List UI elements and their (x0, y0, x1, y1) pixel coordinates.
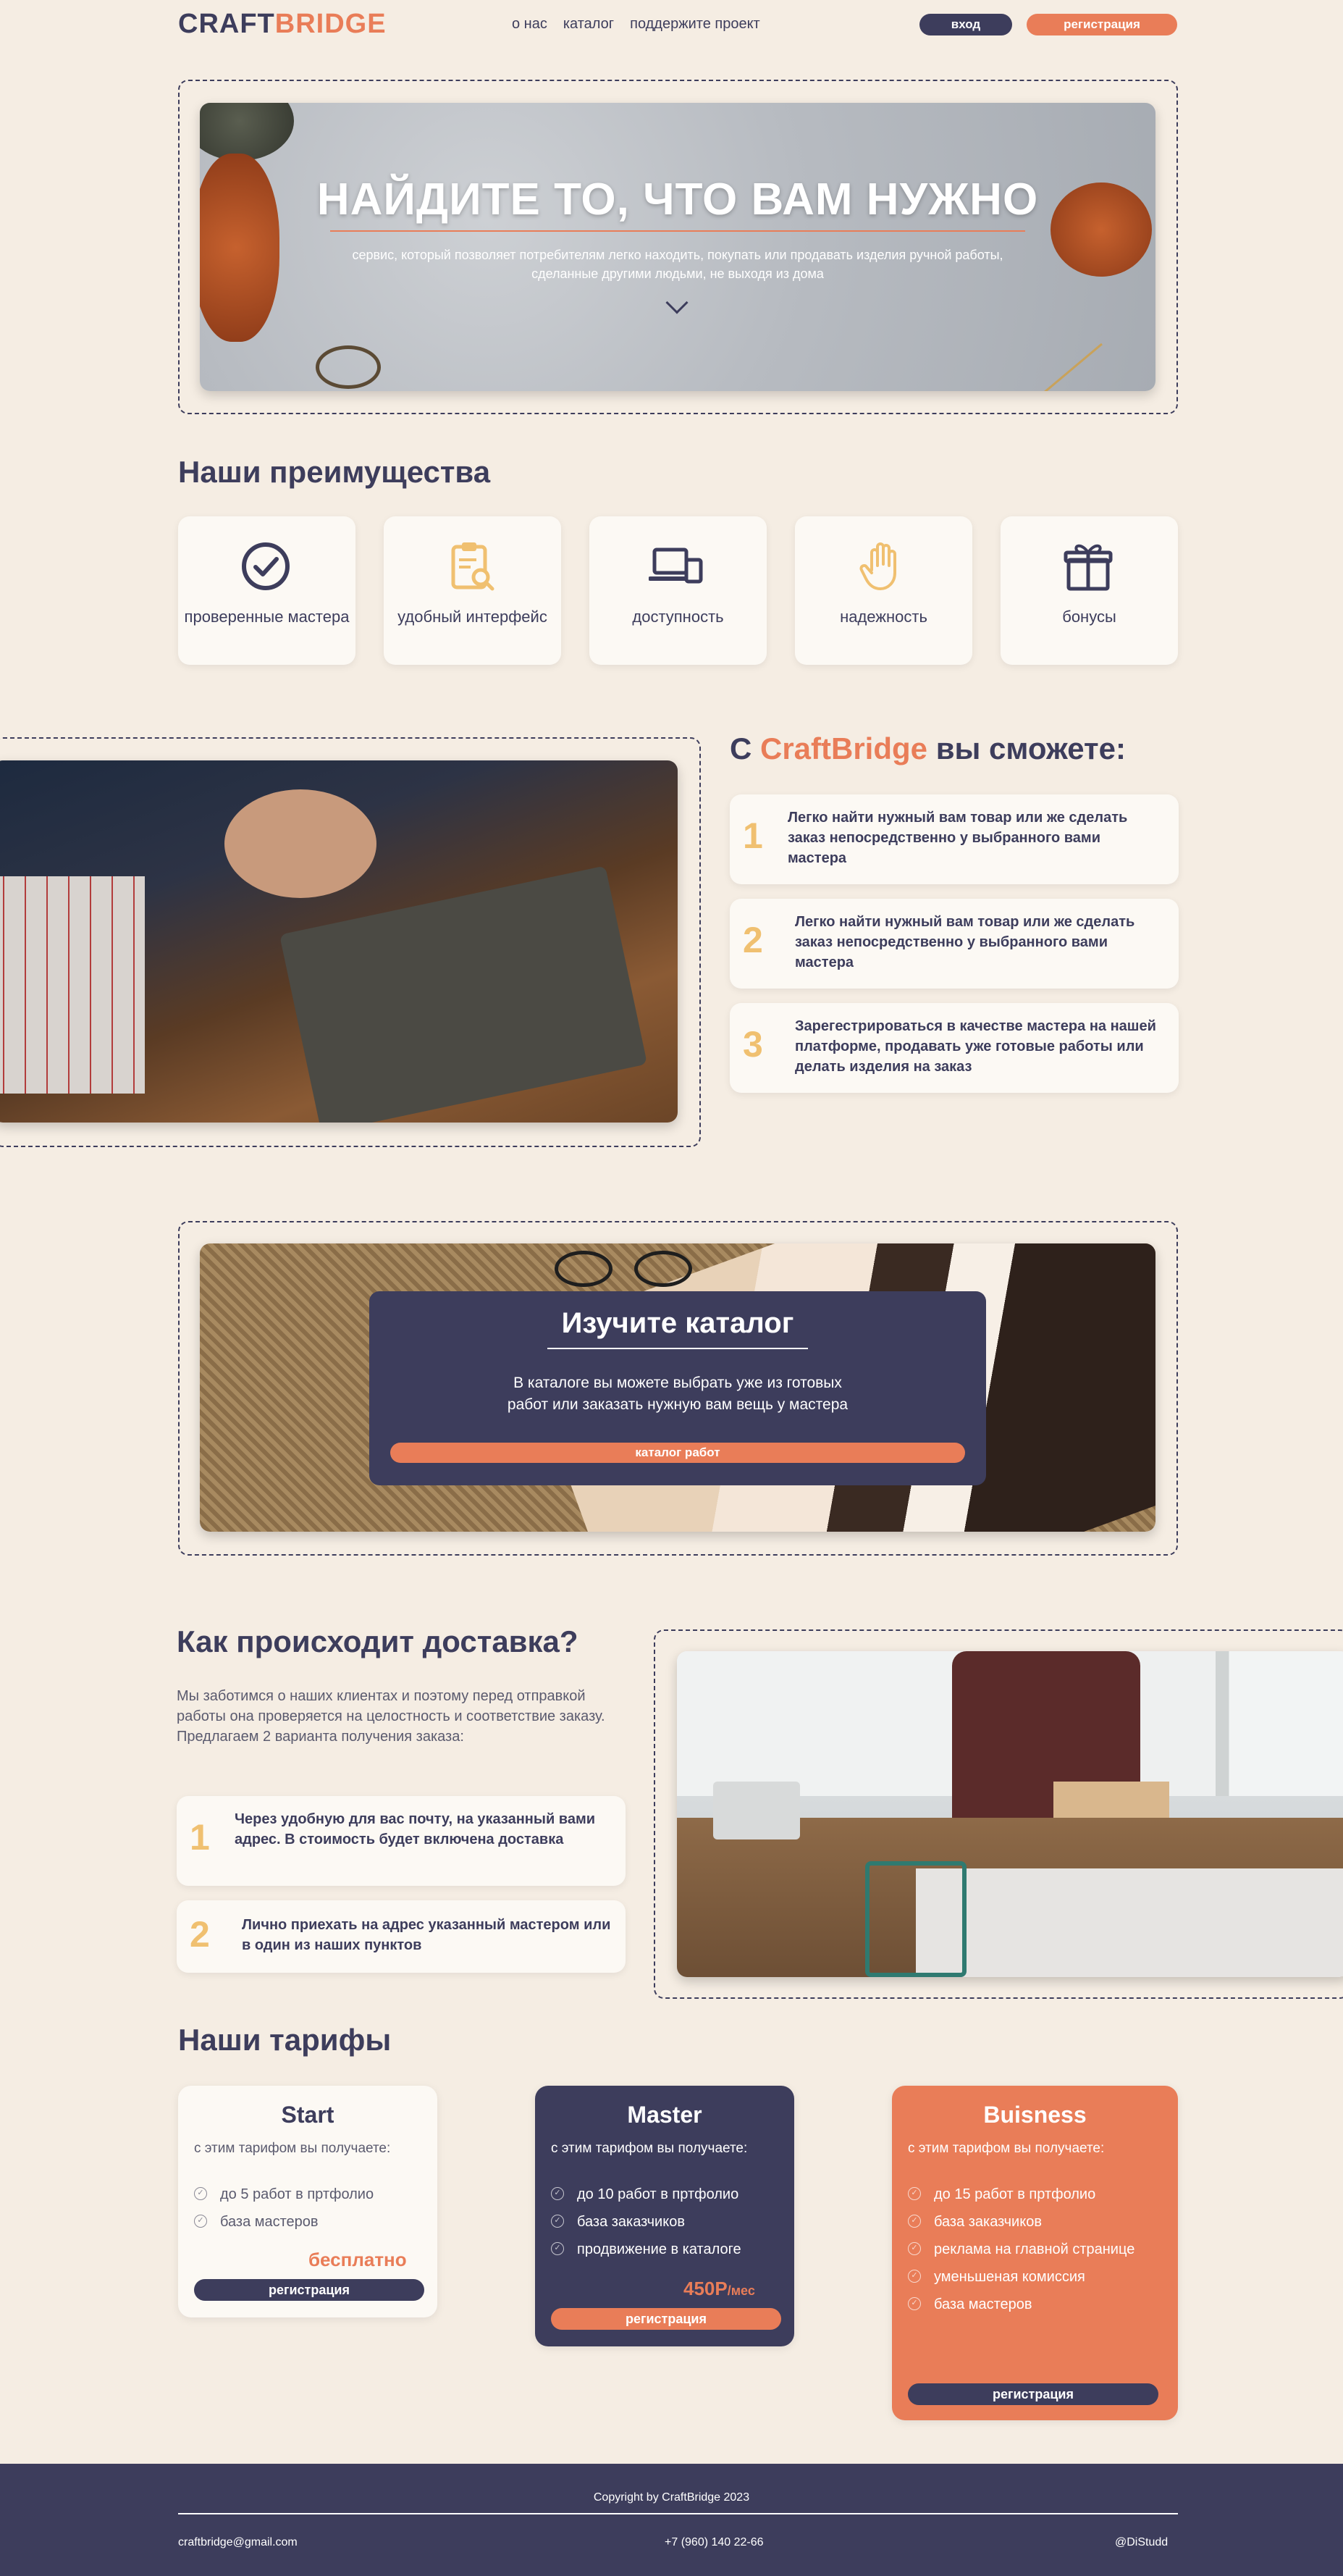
delivery-text: Мы заботимся о наших клиентах и поэтому … (177, 1688, 605, 1745)
tariff-feature: до 5 работ в пртфолио (194, 2186, 374, 2203)
fabric-piece-image (279, 865, 648, 1123)
advantage-label: проверенные мастера (184, 608, 350, 626)
tariff-feature: база заказчиков (551, 2213, 741, 2231)
footer-email[interactable]: craftbridge@gmail.com (178, 2536, 298, 2549)
tariff-features: до 10 работ в пртфолио база заказчиков п… (551, 2186, 741, 2268)
advantage-label: надежность (840, 608, 927, 626)
advantage-label: бонусы (1062, 608, 1116, 626)
step-text: Через удобную для вас почту, на указанны… (235, 1811, 596, 1847)
tariff-price: бесплатно (308, 2249, 407, 2270)
hero-banner-image: НАЙДИТЕ ТО, ЧТО ВАМ НУЖНО сервис, которы… (200, 103, 1155, 391)
tariff-feature: реклама на главной странице (908, 2241, 1154, 2258)
tariff-subtitle: с этим тарифом вы получаете: (194, 2141, 391, 2156)
advantage-card: бонусы (1001, 516, 1178, 665)
shirt-sleeve-image (0, 876, 145, 1094)
advantages-title: Наши преимущества (178, 455, 491, 489)
site-footer: Copyright by CraftBridge 2023 craftbridg… (0, 2464, 1343, 2576)
catalog-text: В каталоге вы можете выбрать уже из гото… (507, 1375, 849, 1413)
login-button[interactable]: вход (919, 14, 1012, 35)
logo[interactable]: CRAFTBRIDGE (178, 9, 387, 40)
tariff-register-button[interactable]: регистрация (551, 2308, 781, 2330)
tariff-name: Master (627, 2102, 702, 2128)
tariff-subtitle: с этим тарифом вы получаете: (908, 2141, 1105, 2156)
advantage-card: проверенные мастера (178, 516, 355, 665)
step-number: 3 (743, 1024, 763, 1065)
tariff-feature: уменьшеная комиссия (908, 2268, 1154, 2286)
needle-image (1035, 343, 1103, 391)
advantage-card: удобный интерфейс (384, 516, 561, 665)
site-header: CRAFTBRIDGE о нас каталог поддержите про… (0, 0, 1343, 49)
craftsman-image (0, 760, 678, 1123)
tariff-feature: продвижение в каталоге (551, 2241, 741, 2258)
feature-step: 3 Зарегестрироваться в качестве мастера … (730, 1003, 1179, 1093)
tariff-feature: база мастеров (194, 2213, 374, 2231)
feature-step: 2 Легко найти нужный вам товар или же сд… (730, 899, 1179, 989)
nav-link-about[interactable]: о нас (512, 16, 547, 33)
step-text: Легко найти нужный вам товар или же сдел… (788, 810, 1128, 866)
tariff-card-start: Start с этим тарифом вы получаете: до 5 … (178, 2086, 437, 2317)
gift-icon (1064, 544, 1113, 591)
laptop-image (713, 1782, 800, 1839)
nav-link-catalog[interactable]: каталог (563, 16, 614, 33)
nav-link-support[interactable]: поддержите проект (630, 16, 760, 33)
main-nav: о нас каталог поддержите проект (512, 16, 760, 33)
tariff-register-button[interactable]: регистрация (908, 2383, 1158, 2405)
advantage-label: доступность (632, 608, 724, 626)
footer-phone[interactable]: +7 (960) 140 22-66 (665, 2536, 764, 2549)
catalog-underline (547, 1348, 808, 1349)
hand-icon (859, 542, 896, 590)
feature-step: 1 Легко найти нужный вам товар или же сд… (730, 794, 1179, 884)
glasses-image (555, 1251, 612, 1287)
hero-subtitle: сервис, который позволяет потребителям л… (352, 248, 1003, 281)
scissors-image (316, 345, 381, 389)
hero-underline (330, 230, 1025, 232)
tariff-name: Buisness (983, 2102, 1087, 2128)
register-button[interactable]: регистрация (1027, 14, 1177, 35)
tariff-card-master: Master с этим тарифом вы получаете: до 1… (535, 2086, 794, 2346)
tariff-name: Start (281, 2102, 334, 2128)
tariff-register-button[interactable]: регистрация (194, 2279, 424, 2301)
counter-image (916, 1868, 1343, 1977)
check-circle-icon (242, 542, 290, 590)
tariff-features: до 15 работ в пртфолио база заказчиков р… (908, 2186, 1154, 2323)
copyright: Copyright by CraftBridge 2023 (593, 2491, 750, 2504)
tariff-subtitle: с этим тарифом вы получаете: (551, 2141, 748, 2156)
tariff-feature: база заказчиков (908, 2213, 1154, 2231)
step-number: 2 (190, 1914, 210, 1955)
delivery-title: Как происходит доставка? (177, 1624, 578, 1658)
step-text: Зарегестрироваться в качестве мастера на… (795, 1018, 1156, 1075)
delivery-step: 2 Лично приехать на адрес указанный маст… (177, 1900, 626, 1973)
catalog-title: Изучите каталог (561, 1307, 794, 1339)
footer-social[interactable]: @DiStudd (1115, 2536, 1168, 2549)
advantage-card: надежность (795, 516, 972, 665)
step-number: 1 (743, 815, 763, 856)
tariff-feature: до 10 работ в пртфолио (551, 2186, 741, 2203)
step-number: 2 (743, 920, 763, 960)
step-text: Легко найти нужный вам товар или же сдел… (795, 914, 1135, 970)
glasses-image (634, 1251, 692, 1287)
yarn-dark-image (200, 103, 294, 161)
tariffs-title: Наши тарифы (178, 2023, 392, 2057)
advantage-card: доступность (589, 516, 767, 665)
hero-title: НАЙДИТЕ ТО, ЧТО ВАМ НУЖНО (316, 175, 1039, 225)
delivery-step: 1 Через удобную для вас почту, на указан… (177, 1796, 626, 1886)
tariff-feature: база мастеров (908, 2296, 1154, 2313)
features-title: С CraftBridge вы сможете: (730, 731, 1126, 765)
tariff-features: до 5 работ в пртфолио база мастеров (194, 2186, 374, 2241)
advantage-label: удобный интерфейс (397, 608, 547, 626)
catalog-panel: Изучите каталог В каталоге вы можете выб… (369, 1291, 986, 1485)
step-number: 1 (190, 1817, 210, 1858)
hand-image (224, 789, 376, 898)
tariff-feature: до 15 работ в пртфолио (908, 2186, 1154, 2203)
devices-icon (649, 547, 703, 584)
step-text: Лично приехать на адрес указанный мастер… (242, 1917, 611, 1953)
clipboard-search-icon (451, 542, 494, 591)
delivery-image (677, 1651, 1343, 1977)
tariff-price: 450Р/мес (683, 2278, 755, 2299)
tariff-card-business: Buisness с этим тарифом вы получаете: до… (892, 2086, 1178, 2420)
chevron-down-icon[interactable] (665, 291, 689, 314)
chair-image (865, 1861, 967, 1977)
footer-divider (178, 2513, 1178, 2514)
catalog-button[interactable]: каталог работ (390, 1443, 965, 1463)
